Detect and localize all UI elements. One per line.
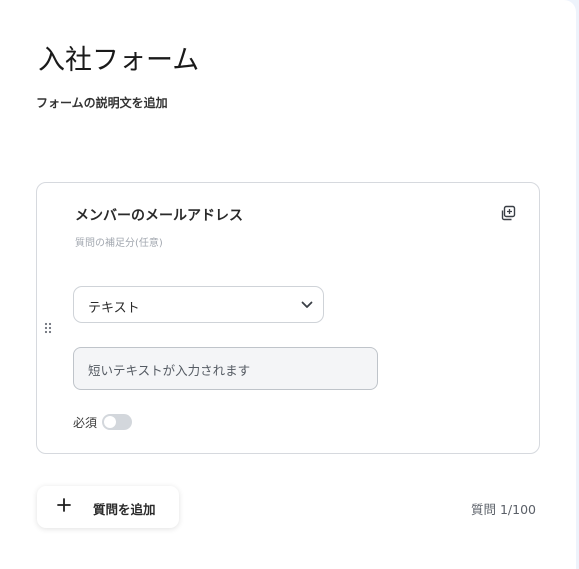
add-question-button[interactable]: 質問を追加: [37, 486, 179, 528]
toggle-knob: [104, 416, 116, 428]
form-title[interactable]: 入社フォーム: [38, 38, 199, 77]
form-description[interactable]: フォームの説明文を追加: [36, 94, 168, 111]
question-count: 質問 1/100: [471, 502, 536, 517]
drag-handle-icon[interactable]: [44, 322, 52, 334]
question-type-select[interactable]: テキスト: [73, 286, 324, 323]
question-title[interactable]: メンバーのメールアドレス: [75, 205, 243, 225]
required-label: 必須: [73, 416, 98, 430]
question-help-text[interactable]: 質問の補足分(任意): [75, 234, 163, 249]
plus-icon: [57, 498, 71, 512]
answer-preview-field: 短いテキストが入力されます: [73, 347, 378, 390]
question-type-value: テキスト: [88, 301, 140, 316]
answer-placeholder: 短いテキストが入力されます: [88, 363, 251, 378]
add-question-label: 質問を追加: [93, 502, 156, 517]
chevron-down-icon: [301, 301, 313, 308]
copy-icon[interactable]: [499, 204, 517, 222]
required-toggle[interactable]: [102, 414, 132, 430]
form-editor-page: 入社フォーム フォームの説明文を追加 メンバーのメールアドレス 質問の補足分(任…: [0, 0, 576, 569]
